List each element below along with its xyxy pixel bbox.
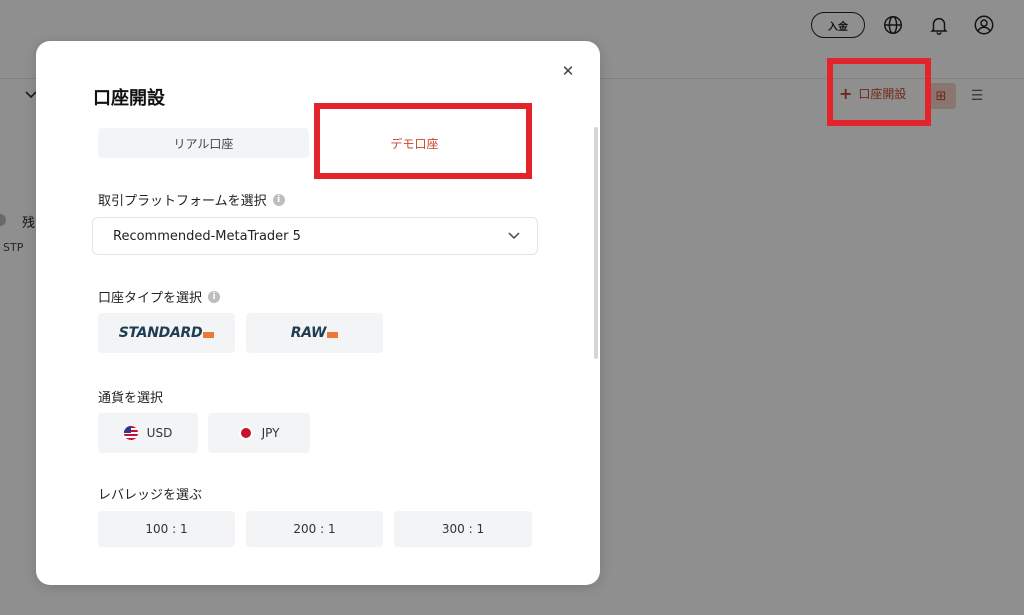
currency-jpy-label: JPY [261, 426, 280, 440]
platform-selected-value: Recommended-MetaTrader 5 [113, 228, 301, 244]
jp-flag-icon [238, 426, 253, 440]
leverage-100-button[interactable]: 100 : 1 [98, 511, 235, 547]
currency-usd-button[interactable]: USD [98, 413, 198, 453]
leverage-label-text: レバレッジを選ぶ [98, 488, 203, 503]
modal-title: 口座開設 [93, 88, 165, 109]
scrollbar[interactable] [594, 127, 598, 359]
info-icon[interactable]: i [208, 290, 221, 303]
account-type-label-text: 口座タイプを選択 [98, 291, 203, 306]
close-icon[interactable]: ✕ [560, 62, 576, 80]
currency-jpy-button[interactable]: JPY [208, 413, 310, 453]
leverage-200-button[interactable]: 200 : 1 [246, 511, 383, 547]
raw-logo: RAW [291, 325, 339, 341]
platform-section-label: 取引プラットフォームを選択 i [98, 190, 285, 209]
leverage-section-label: レバレッジを選ぶ [98, 484, 202, 503]
account-type-standard-button[interactable]: STANDARD [98, 313, 235, 353]
account-type-section-label: 口座タイプを選択 i [98, 287, 221, 306]
currency-label-text: 通貨を選択 [98, 391, 164, 406]
currency-usd-label: USD [146, 426, 173, 440]
highlight-box-demo-tab [314, 103, 532, 179]
leverage-300-button[interactable]: 300 : 1 [394, 511, 532, 547]
platform-label-text: 取引プラットフォームを選択 [98, 194, 267, 209]
standard-logo: STANDARD [119, 325, 215, 341]
leverage-100-label: 100 : 1 [145, 522, 188, 536]
account-type-raw-button[interactable]: RAW [246, 313, 383, 353]
leverage-300-label: 300 : 1 [441, 522, 485, 536]
info-icon[interactable]: i [272, 193, 285, 206]
us-flag-icon [123, 426, 138, 440]
currency-section-label: 通貨を選択 [98, 387, 163, 406]
leverage-200-label: 200 : 1 [293, 522, 336, 536]
platform-select[interactable]: Recommended-MetaTrader 5 [92, 217, 538, 255]
highlight-box-open-account [827, 58, 931, 126]
chevron-down-icon [508, 232, 520, 240]
tab-real-account[interactable]: リアル口座 [98, 128, 309, 158]
